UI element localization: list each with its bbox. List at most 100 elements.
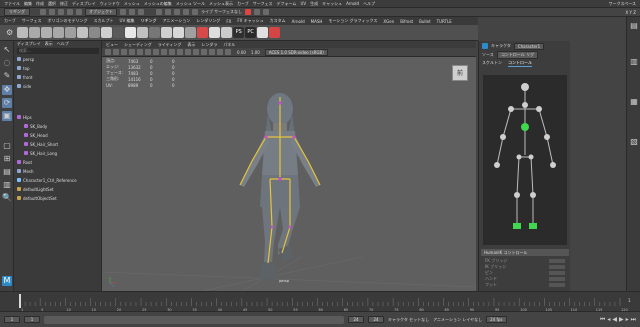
range-slider[interactable] — [44, 315, 344, 324]
menu-set-dropdown[interactable]: リギング — [4, 8, 30, 16]
ambient-occlusion-icon[interactable] — [201, 49, 207, 55]
outliner-item[interactable]: side — [17, 83, 31, 89]
snap-surface-icon[interactable] — [192, 9, 198, 15]
shelf-shader-icon[interactable] — [113, 27, 125, 38]
lasso-tool-icon[interactable]: ◌ — [2, 58, 12, 68]
shelf-tab[interactable]: TURTLE — [437, 19, 452, 24]
resolution-gate-icon[interactable] — [153, 49, 159, 55]
menu-item[interactable]: UV — [300, 1, 306, 6]
shelf-skin-icon[interactable] — [173, 27, 185, 38]
menu-item[interactable]: ディスプレイ — [72, 1, 96, 7]
wireframe-icon[interactable] — [161, 49, 167, 55]
tool-settings-tab-icon[interactable]: ▦ — [629, 97, 639, 107]
hik-tab[interactable]: スケルトン — [482, 60, 502, 66]
menu-item[interactable]: 編集 — [24, 1, 32, 7]
outliner-item[interactable]: Hips — [17, 114, 32, 120]
four-view-icon[interactable]: ⊞ — [2, 154, 12, 164]
hik-tab[interactable]: コントロール — [508, 60, 532, 67]
viewport-panel[interactable]: ビュー シェーディング ライティング 表示 レンダラ パネル 0.00 1.00 ACES… — [102, 41, 476, 291]
viewport-menu-item[interactable]: ライティング — [158, 42, 182, 48]
rotate-tool-icon[interactable]: ⟳ — [2, 98, 12, 108]
scale-tool-icon[interactable]: ▣ — [2, 111, 12, 121]
hik-option-field[interactable] — [549, 277, 565, 281]
shelf-torus-icon[interactable] — [77, 27, 89, 38]
workspace-label[interactable]: ワークスペース — [609, 1, 636, 7]
shelf-tab[interactable]: Bullet — [419, 19, 431, 24]
modeling-toolkit-tab-icon[interactable]: ▧ — [629, 137, 639, 147]
attribute-editor-tab-icon[interactable]: ▥ — [629, 57, 639, 67]
hik-control-map[interactable] — [483, 75, 567, 245]
hik-option-field[interactable] — [549, 259, 565, 263]
menu-item[interactable]: ウィンドウ — [100, 1, 120, 7]
select-component-icon[interactable] — [138, 9, 144, 15]
outliner-menu-item[interactable]: ディスプレイ — [17, 41, 41, 47]
render-settings-icon[interactable] — [263, 9, 270, 15]
time-slider-ruler[interactable]: 1 5 10 15 20 25 30 35 40 45 50 55 60 65 70 75 80 85 90 95 10… — [0, 292, 640, 312]
redo-icon[interactable] — [76, 9, 82, 15]
step-forward-icon[interactable]: ▸ — [626, 316, 629, 324]
image-plane-icon[interactable] — [129, 49, 135, 55]
shelf-cluster-icon[interactable] — [185, 27, 197, 38]
go-to-end-icon[interactable]: ⏭ — [631, 316, 636, 324]
time-slider[interactable]: 1 5 10 15 20 25 30 35 40 45 50 55 60 65 70 75 80 85 90 95 10… — [0, 291, 640, 312]
shelf-tab[interactable]: カーブ — [4, 18, 16, 24]
current-frame-marker[interactable] — [19, 294, 21, 308]
shelf-tab[interactable]: サーフェス — [22, 18, 42, 24]
current-frame-field[interactable]: 1 — [628, 298, 631, 303]
outliner-item[interactable]: defaultObjectSet — [17, 195, 57, 201]
shelf-render-icon[interactable] — [257, 27, 269, 38]
viewport-menu-item[interactable]: 表示 — [187, 42, 195, 48]
gamma-field[interactable]: 1.00 — [251, 50, 260, 55]
coord-fields[interactable]: X Y Z — [626, 10, 636, 15]
shelf-hair-icon[interactable] — [209, 27, 221, 38]
hik-option-field[interactable] — [549, 283, 565, 287]
undo-icon[interactable] — [67, 9, 73, 15]
shelf-tab[interactable]: Arnold — [292, 19, 305, 24]
shelf-tab[interactable]: アニメーション — [162, 18, 190, 24]
step-back-icon[interactable]: ◂ — [607, 316, 610, 324]
outliner-search-field[interactable]: 検索... — [17, 48, 99, 54]
shelf-disc-icon[interactable] — [89, 27, 101, 38]
hik-option-field[interactable] — [549, 271, 565, 275]
select-tool-icon[interactable]: ↖ — [2, 45, 12, 55]
shelf-tab[interactable]: カスタム — [270, 18, 286, 24]
source-dropdown[interactable]: コントロール リグ — [496, 51, 539, 59]
snap-curve-icon[interactable] — [165, 9, 171, 15]
camera-attributes-icon[interactable] — [113, 49, 119, 55]
outliner-item[interactable]: top — [17, 65, 30, 71]
lights-icon[interactable] — [185, 49, 191, 55]
xray-joints-icon[interactable] — [225, 49, 231, 55]
shelf-ipr-icon[interactable] — [269, 27, 281, 38]
shadows-icon[interactable] — [193, 49, 199, 55]
shelf-plane-icon[interactable] — [65, 27, 77, 38]
maya-home-icon[interactable]: M — [2, 276, 12, 286]
outliner-item[interactable]: SK_Body — [17, 123, 47, 129]
zoom-view-icon[interactable]: 🔍 — [2, 193, 12, 203]
outliner-layout-icon[interactable]: ▤ — [2, 167, 12, 177]
range-start-field[interactable]: 1 — [24, 316, 40, 323]
menu-item[interactable]: サーフェス — [253, 1, 273, 7]
shelf-cone-icon[interactable] — [53, 27, 65, 38]
bookmark-icon[interactable] — [121, 49, 127, 55]
move-tool-icon[interactable]: ✥ — [2, 85, 12, 95]
menu-item[interactable]: メッシュ ツール — [176, 1, 205, 7]
menu-item[interactable]: メッシュ — [124, 1, 140, 7]
shelf-material-icon[interactable] — [101, 27, 113, 38]
channel-box-tab-icon[interactable]: ▤ — [629, 21, 639, 31]
colorspace-dropdown[interactable]: ACES 1.0 SDR-video (sRGB) — [264, 48, 328, 56]
outliner-item[interactable]: Root — [17, 159, 32, 165]
grid-toggle-icon[interactable] — [137, 49, 143, 55]
render-frame-icon[interactable] — [245, 9, 252, 15]
outliner-item[interactable]: Character1_Ctrl_Reference — [17, 177, 77, 183]
film-gate-icon[interactable] — [145, 49, 151, 55]
play-forward-icon[interactable]: ▶ — [619, 316, 624, 324]
selection-mode-dropdown[interactable]: オブジェクト — [85, 8, 117, 16]
open-scene-icon[interactable] — [49, 9, 55, 15]
menu-item[interactable]: 作成 — [36, 1, 44, 7]
snap-grid-icon[interactable] — [156, 9, 162, 15]
viewport-menu-item[interactable]: レンダラ — [201, 42, 217, 48]
hik-section-header[interactable]: HumanIK コントロール — [481, 249, 569, 256]
camera-select-icon[interactable] — [105, 49, 111, 55]
anim-layer-dropdown[interactable]: アニメーション レイヤなし — [433, 317, 482, 323]
shelf-pc-icon[interactable]: PC — [245, 27, 257, 38]
